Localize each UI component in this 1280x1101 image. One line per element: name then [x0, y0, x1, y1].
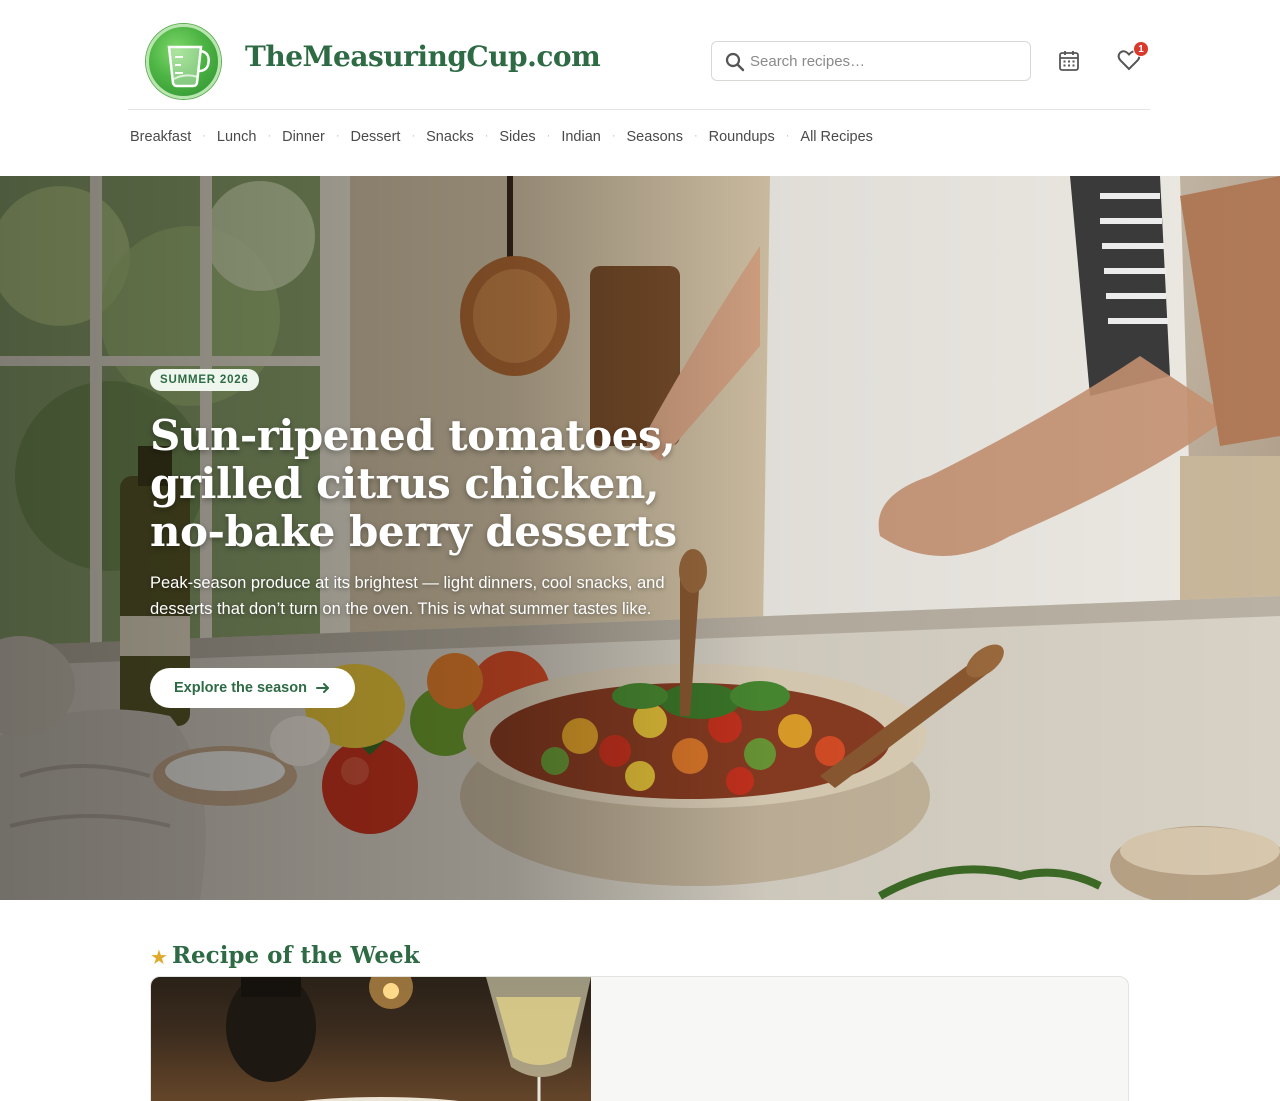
nav-separator: ·: [611, 130, 616, 142]
explore-season-button[interactable]: Explore the season: [150, 668, 355, 708]
nav-item-lunch[interactable]: Lunch: [217, 129, 257, 145]
header-divider: [128, 109, 1150, 110]
recipe-of-week-heading: ★ Recipe of the Week: [150, 942, 420, 969]
nav-item-indian[interactable]: Indian: [561, 129, 601, 145]
nav-separator: ·: [335, 130, 340, 142]
recipe-photo: [226, 977, 591, 1101]
category-nav: Breakfast · Lunch · Dinner · Dessert · S…: [130, 129, 873, 145]
nav-item-dinner[interactable]: Dinner: [282, 129, 325, 145]
nav-item-roundups[interactable]: Roundups: [709, 129, 775, 145]
favorites-count-badge: 1: [1133, 41, 1149, 57]
search-box[interactable]: [711, 41, 1031, 81]
search-icon: [725, 52, 745, 72]
nav-item-sides[interactable]: Sides: [499, 129, 535, 145]
hero-banner: SUMMER 2026 Sun-ripened tomatoes, grille…: [0, 176, 1280, 900]
nav-separator: ·: [693, 130, 698, 142]
logo[interactable]: [146, 24, 221, 99]
nav-separator: ·: [546, 130, 551, 142]
recipe-of-week-image[interactable]: [151, 977, 591, 1101]
search-input[interactable]: [750, 42, 1020, 80]
measuring-cup-icon: [167, 45, 210, 88]
nav-item-breakfast[interactable]: Breakfast: [130, 129, 191, 145]
season-badge: SUMMER 2026: [150, 369, 259, 391]
nav-item-seasons[interactable]: Seasons: [627, 129, 683, 145]
nav-separator: ·: [411, 130, 416, 142]
nav-item-snacks[interactable]: Snacks: [426, 129, 474, 145]
site-header: TheMeasuringCup.com 1 Breakfast · Lunch …: [0, 0, 1280, 176]
recipe-of-week-card[interactable]: [150, 976, 1129, 1101]
meal-planner-button[interactable]: [1056, 48, 1082, 74]
nav-item-all-recipes[interactable]: All Recipes: [800, 129, 873, 145]
hero-subtitle: Peak-season produce at its brightest — l…: [150, 574, 665, 618]
calendar-icon: [1059, 51, 1079, 71]
recipe-of-week-title: Recipe of the Week: [171, 942, 420, 969]
explore-season-label: Explore the season: [174, 680, 307, 696]
nav-separator: ·: [267, 130, 272, 142]
arrow-right-icon: [315, 683, 329, 693]
nav-separator: ·: [785, 130, 790, 142]
nav-item-dessert[interactable]: Dessert: [351, 129, 401, 145]
hero-title: Sun-ripened tomatoes, grilled citrus chi…: [150, 411, 677, 556]
nav-separator: ·: [202, 130, 206, 142]
star-icon: ★: [150, 947, 168, 969]
nav-separator: ·: [484, 130, 489, 142]
site-title[interactable]: TheMeasuringCup.com: [245, 40, 601, 73]
